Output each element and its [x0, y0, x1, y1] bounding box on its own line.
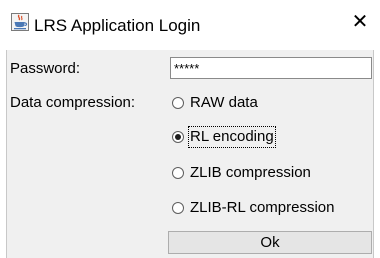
java-cup-icon [11, 13, 29, 31]
radio-selected-dot [175, 134, 181, 140]
login-dialog: LRS Application Login ✕ Password: Data c… [0, 0, 380, 258]
radio-label: RL encoding [188, 126, 276, 148]
title-bar[interactable]: LRS Application Login ✕ [0, 0, 380, 36]
radio-button[interactable] [172, 131, 184, 143]
radio-button[interactable] [172, 97, 184, 109]
password-field[interactable] [170, 57, 372, 79]
ok-button[interactable]: Ok [168, 231, 372, 254]
window-border-left [6, 50, 7, 258]
window-border-right [373, 50, 374, 258]
radio-button[interactable] [172, 202, 184, 214]
compression-label: Data compression: [10, 94, 136, 111]
radio-label: ZLIB-RL compression [190, 199, 335, 216]
close-icon[interactable]: ✕ [345, 9, 375, 35]
radio-label: RAW data [190, 94, 258, 111]
password-label: Password: [10, 60, 81, 77]
radio-label: ZLIB compression [190, 164, 311, 181]
radio-button[interactable] [172, 167, 184, 179]
window-title: LRS Application Login [34, 16, 201, 35]
dialog-body [7, 50, 373, 258]
